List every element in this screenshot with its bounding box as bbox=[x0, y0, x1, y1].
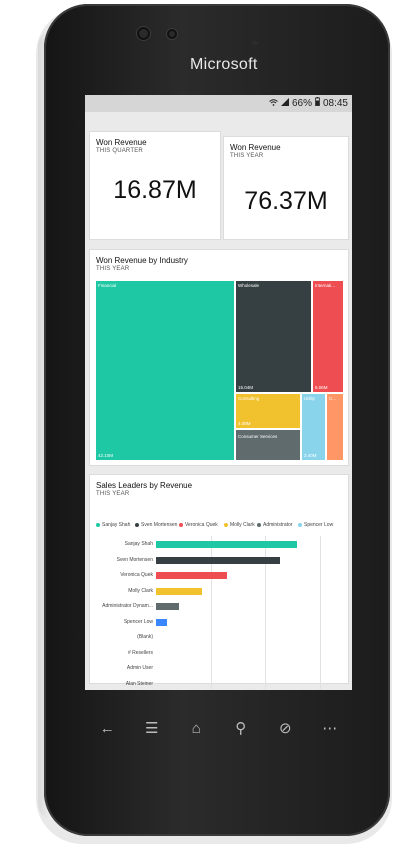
bar[interactable] bbox=[156, 541, 298, 548]
treemap-label: Financial bbox=[98, 283, 117, 288]
kpi-tile-year[interactable]: Won Revenue THIS YEAR 76.37M bbox=[224, 137, 348, 239]
treemap-cell[interactable]: Consulting 4.08M bbox=[236, 394, 300, 428]
category-label: # Resellers bbox=[127, 649, 153, 656]
treemap-value: 2.40M bbox=[304, 453, 317, 458]
navigation-bar: ← ☰ ⌂ ⚲ ⊘ ⋯ bbox=[85, 712, 352, 744]
treemap-subtitle: THIS YEAR bbox=[96, 266, 130, 272]
treemap-label: Utility bbox=[304, 396, 315, 401]
treemap-title: Won Revenue by Industry bbox=[96, 256, 188, 265]
treemap-label: Consulting bbox=[238, 396, 260, 401]
treemap-cell[interactable]: Utility 2.40M bbox=[302, 394, 325, 460]
category-label: (Blank) bbox=[137, 634, 153, 640]
treemap-cell[interactable]: Consumer Services bbox=[236, 430, 300, 460]
bar[interactable] bbox=[156, 618, 168, 626]
treemap-label: Wholesale bbox=[238, 283, 260, 288]
kpi-value: 16.87M bbox=[113, 176, 197, 204]
treemap-tile[interactable]: Won Revenue by Industry THIS YEAR Financ… bbox=[90, 250, 348, 465]
kpi-title: Won Revenue bbox=[230, 143, 281, 152]
menu-icon[interactable]: ☰ bbox=[137, 719, 167, 737]
bar-chart: 0M10M20M30MSanjay ShahSven MortensenVero… bbox=[90, 475, 348, 690]
sensor bbox=[167, 29, 177, 39]
status-bar: 66% 08:45 bbox=[85, 95, 352, 112]
treemap-value: 4.08M bbox=[238, 421, 251, 426]
bar[interactable] bbox=[156, 556, 280, 564]
treemap-cell[interactable]: C... bbox=[327, 394, 343, 460]
treemap-cell[interactable]: Internati... 6.06M bbox=[313, 281, 343, 392]
category-label: Admin User bbox=[126, 665, 153, 671]
bar[interactable] bbox=[156, 587, 203, 595]
kpi-subtitle: THIS QUARTER bbox=[96, 148, 143, 154]
speaker bbox=[252, 41, 258, 45]
sales-tile[interactable]: Sales Leaders by Revenue THIS YEAR Sanja… bbox=[90, 475, 348, 690]
search-icon[interactable]: ⚲ bbox=[226, 719, 256, 737]
treemap-value: 6.06M bbox=[315, 385, 328, 390]
treemap-value: 42.10M bbox=[98, 453, 114, 458]
treemap-cell[interactable]: Financial 42.10M bbox=[96, 281, 234, 460]
bar[interactable] bbox=[156, 603, 179, 610]
category-label: Spencer Low bbox=[123, 618, 153, 625]
screen: 66% 08:45 Won Revenue THIS QUARTER 16.87… bbox=[85, 95, 352, 690]
category-label: Alan Steiner bbox=[125, 680, 153, 687]
treemap-label: Internati... bbox=[315, 283, 336, 288]
wifi-icon bbox=[269, 98, 278, 109]
brand-logo: Microsoft bbox=[190, 56, 258, 73]
back-icon[interactable]: ← bbox=[92, 720, 122, 737]
home-icon[interactable]: ⌂ bbox=[181, 720, 211, 737]
category-label: Sven Mortensen bbox=[116, 556, 153, 563]
signal-icon bbox=[280, 97, 289, 109]
kpi-title: Won Revenue bbox=[96, 138, 147, 147]
treemap-label: C... bbox=[329, 396, 337, 401]
gridline bbox=[320, 536, 321, 690]
front-camera bbox=[137, 27, 150, 40]
treemap-label: Consumer Services bbox=[238, 434, 278, 439]
bar[interactable] bbox=[156, 572, 228, 579]
kpi-value: 76.37M bbox=[244, 187, 328, 215]
category-label: Sanjay Shah bbox=[124, 541, 153, 547]
treemap-value: 15.04M bbox=[238, 385, 254, 390]
battery-percent: 66% bbox=[291, 97, 312, 109]
browser-icon[interactable]: ⊘ bbox=[270, 719, 300, 737]
category-label: Administrator Dynam... bbox=[102, 603, 153, 609]
category-label: Veronica Quek bbox=[120, 572, 153, 578]
more-icon[interactable]: ⋯ bbox=[315, 719, 345, 737]
kpi-subtitle: THIS YEAR bbox=[230, 153, 264, 159]
category-label: Molly Clark bbox=[128, 587, 153, 594]
battery-icon bbox=[315, 97, 320, 109]
kpi-tile-quarter[interactable]: Won Revenue THIS QUARTER 16.87M bbox=[90, 132, 220, 239]
treemap-cell[interactable]: Wholesale 15.04M bbox=[236, 281, 311, 392]
clock: 08:45 bbox=[322, 97, 348, 109]
